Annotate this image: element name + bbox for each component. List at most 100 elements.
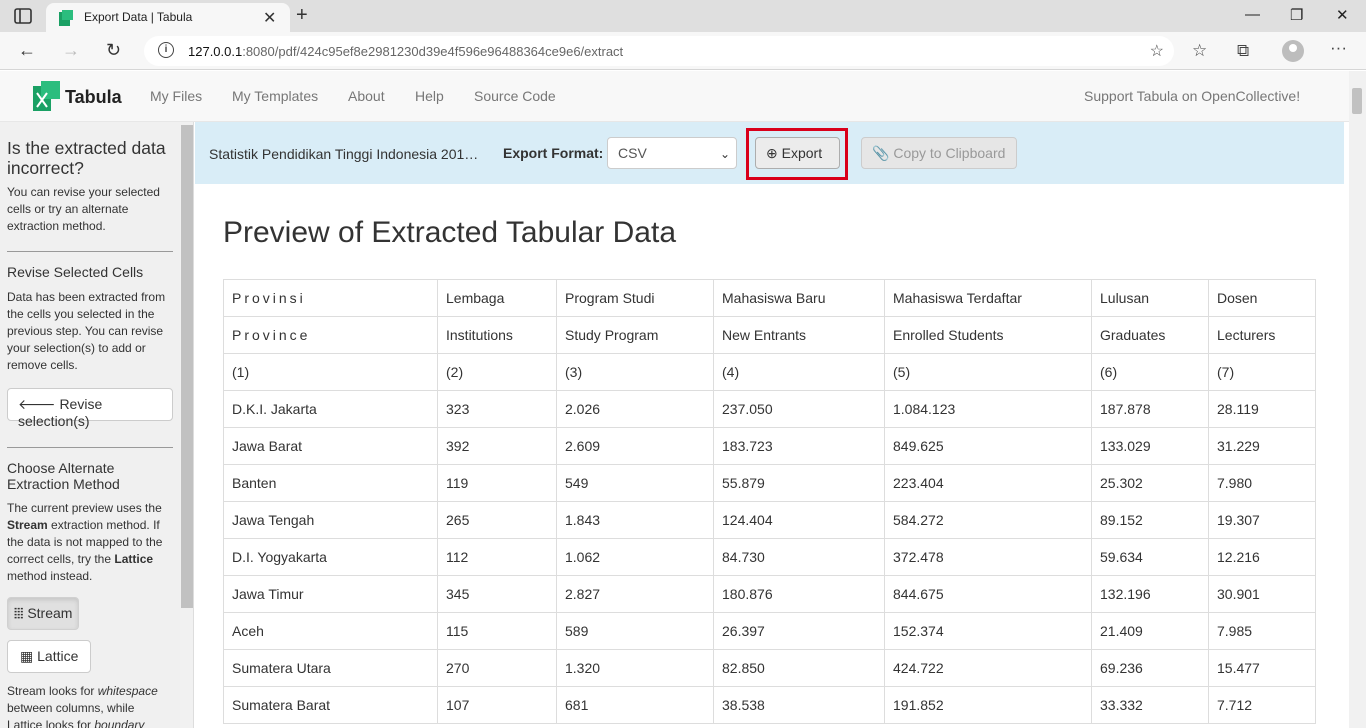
collections-icon[interactable]: ⧉ (1237, 41, 1249, 61)
table-cell: 584.272 (884, 501, 1092, 539)
table-cell: 124.404 (713, 501, 885, 539)
table-cell: Program Studi (556, 279, 714, 317)
lattice-button[interactable]: ▦ Lattice (7, 640, 92, 673)
table-cell: 84.730 (713, 538, 885, 576)
back-icon[interactable]: ← (18, 40, 36, 61)
revise-selection-button[interactable]: 🡐 Revise selection(s) (7, 388, 173, 429)
restore-icon[interactable]: ❐ (1290, 6, 1303, 24)
table-row: D.I. Yogyakarta 112 1.062 84.730 372.478 59.6… (223, 538, 1316, 576)
add-favorite-icon[interactable]: ☆ (1150, 41, 1164, 61)
tab-close-icon[interactable]: ✕ (263, 8, 276, 28)
export-toolbar: Statistik Pendidikan Tinggi Indonesia 20… (195, 122, 1344, 184)
revise-heading: Revise Selected Cells (7, 264, 144, 280)
table-cell: 59.634 (1091, 538, 1209, 576)
table-row: (1) (2) (3) (4) (5) (6) (7) (223, 353, 1316, 391)
app-navbar: Tabula My Files My Templates About Help … (0, 71, 1349, 122)
table-cell: 26.397 (713, 612, 885, 650)
table-cell: (6) (1091, 353, 1209, 391)
nav-about[interactable]: About (348, 88, 385, 104)
stream-button[interactable]: ⦙⦙⦙ Stream (7, 597, 80, 630)
nav-my-files[interactable]: My Files (150, 88, 202, 104)
table-row: Jawa Tengah 265 1.843 124.404 584.272 89.152 1… (223, 501, 1316, 539)
export-label: Export (781, 145, 823, 161)
table-cell: 589 (556, 612, 714, 650)
refresh-icon[interactable]: ↻ (106, 40, 121, 61)
table-cell: (3) (556, 353, 714, 391)
profile-avatar[interactable] (1282, 40, 1304, 62)
table-cell: Institutions (437, 316, 557, 354)
tabula-favicon-icon (59, 10, 73, 26)
browser-tab[interactable]: Export Data | Tabula ✕ (46, 3, 290, 32)
method-heading: Choose Alternate Extraction Method (7, 460, 120, 492)
table-cell: 372.478 (884, 538, 1092, 576)
site-info-icon[interactable]: i (158, 42, 174, 58)
paperclip-icon: 📎 (872, 145, 890, 161)
nav-help[interactable]: Help (415, 88, 444, 104)
table-cell: Sumatera Barat (223, 686, 438, 724)
copy-to-clipboard-button[interactable]: 📎 Copy to Clipboard (861, 137, 1017, 169)
table-cell: 191.852 (884, 686, 1092, 724)
table-row: Province Institutions Study Program New Ent… (223, 316, 1316, 354)
table-cell: Province (223, 316, 438, 354)
table-cell: (7) (1208, 353, 1316, 391)
table-cell: Aceh (223, 612, 438, 650)
table-cell: 132.196 (1091, 575, 1209, 613)
table-cell: 38.538 (713, 686, 885, 724)
browser-titlebar: Export Data | Tabula ✕ + — ❐ ✕ (0, 0, 1366, 32)
table-cell: 180.876 (713, 575, 885, 613)
lattice-label: Lattice (37, 648, 79, 664)
nav-source-code[interactable]: Source Code (474, 88, 556, 104)
table-cell: 55.879 (713, 464, 885, 502)
page-scrollbar[interactable] (1349, 71, 1366, 728)
brand-name[interactable]: Tabula (65, 87, 122, 108)
nav-my-templates[interactable]: My Templates (232, 88, 318, 104)
arrow-left-icon: 🡐 (18, 396, 56, 412)
page-scrollbar-thumb[interactable] (1352, 88, 1362, 114)
stream-icon: ⦙⦙⦙ (14, 605, 24, 621)
table-cell: 187.878 (1091, 390, 1209, 428)
table-cell: Mahasiswa Baru (713, 279, 885, 317)
tab-actions-icon[interactable] (14, 8, 32, 24)
table-cell: Dosen (1208, 279, 1316, 317)
export-format-select[interactable]: CSV ⌄ (607, 137, 737, 169)
tabula-logo-icon[interactable] (33, 81, 60, 111)
new-tab-icon[interactable]: + (296, 4, 308, 27)
favorites-icon[interactable]: ☆ (1192, 41, 1207, 61)
table-cell: 25.302 (1091, 464, 1209, 502)
table-row: Banten 119 549 55.879 223.404 25.302 7.980 (223, 464, 1316, 502)
table-cell: 7.985 (1208, 612, 1316, 650)
table-cell: Enrolled Students (884, 316, 1092, 354)
export-button[interactable]: ⊕ Export (755, 137, 840, 169)
table-cell: 270 (437, 649, 557, 687)
table-cell: Jawa Timur (223, 575, 438, 613)
sidebar-scrollbar-thumb[interactable] (181, 125, 193, 608)
method-text: The current preview uses the Stream extr… (7, 501, 163, 583)
divider (7, 447, 173, 448)
table-cell: (1) (223, 353, 438, 391)
table-cell: Lulusan (1091, 279, 1209, 317)
table-cell: (5) (884, 353, 1092, 391)
forward-icon[interactable]: → (62, 40, 80, 61)
chevron-down-icon: ⌄ (719, 147, 730, 161)
table-cell: 2.827 (556, 575, 714, 613)
url-text[interactable]: 127.0.0.1:8080/pdf/424c95ef8e2981230d39e… (188, 44, 623, 59)
table-cell: 1.320 (556, 649, 714, 687)
table-cell: 82.850 (713, 649, 885, 687)
nav-support-link[interactable]: Support Tabula on OpenCollective! (1084, 88, 1300, 104)
download-icon: ⊕ (766, 145, 778, 161)
more-menu-icon[interactable]: ··· (1330, 38, 1347, 58)
table-cell: 681 (556, 686, 714, 724)
window-close-icon[interactable]: ✕ (1336, 6, 1349, 24)
sidebar-scrollbar[interactable] (180, 122, 193, 728)
table-cell: 345 (437, 575, 557, 613)
minimize-icon[interactable]: — (1245, 6, 1260, 23)
page-title: Preview of Extracted Tabular Data (223, 216, 677, 249)
sidebar-heading: Is the extracted data incorrect? (7, 138, 166, 178)
table-cell: 152.374 (884, 612, 1092, 650)
table-cell: 69.236 (1091, 649, 1209, 687)
table-cell: Mahasiswa Terdaftar (884, 279, 1092, 317)
address-bar[interactable]: i 127.0.0.1:8080/pdf/424c95ef8e2981230d3… (144, 36, 1174, 66)
table-cell: Study Program (556, 316, 714, 354)
table-cell: 31.229 (1208, 427, 1316, 465)
table-cell: Banten (223, 464, 438, 502)
